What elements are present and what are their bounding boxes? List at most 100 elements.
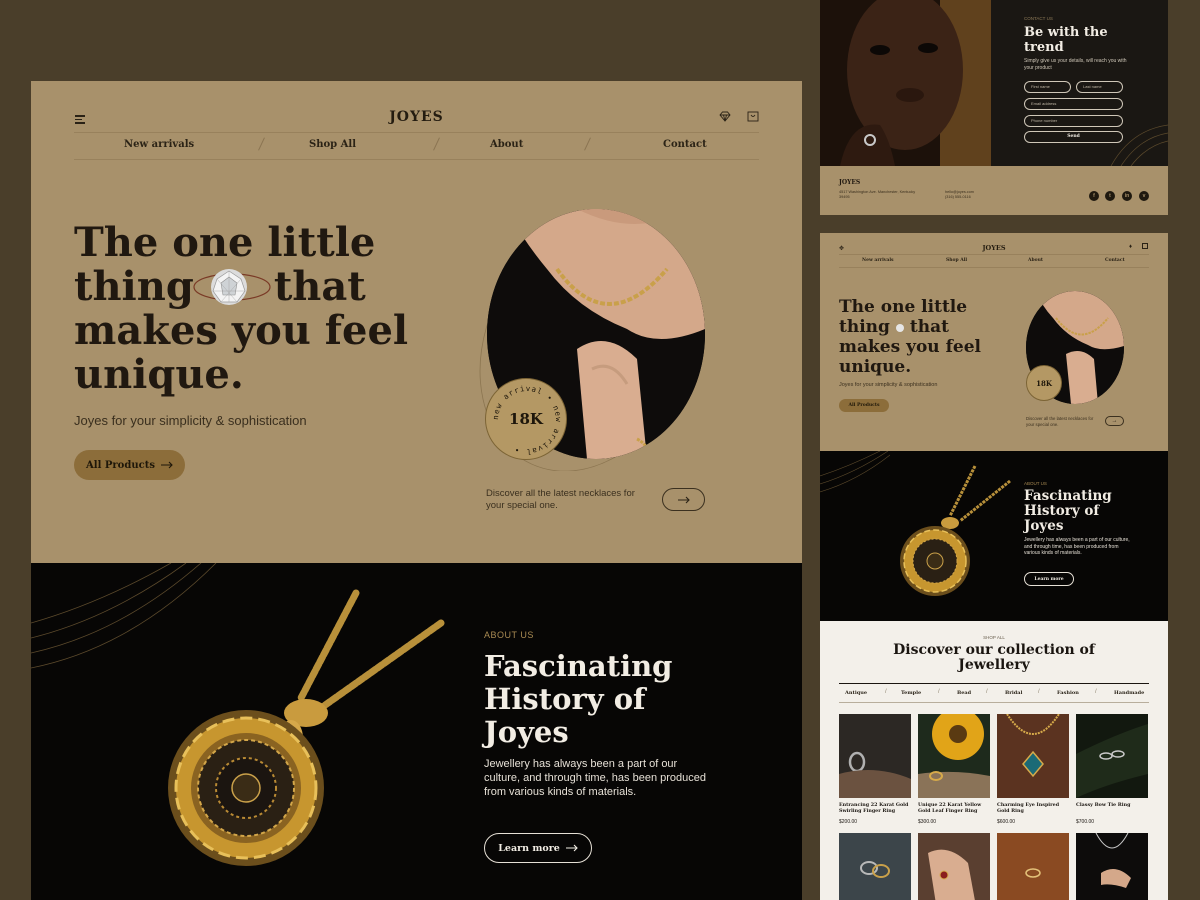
category-fashion[interactable]: Fashion bbox=[1057, 690, 1079, 696]
category-bead[interactable]: Bead bbox=[957, 690, 971, 696]
sunflower-pendant-image bbox=[168, 589, 445, 866]
product-image[interactable] bbox=[839, 714, 911, 798]
page-preview-panel: ✥ JOYES ♦ New arrivals Shop All About Co… bbox=[820, 233, 1168, 900]
preview-all-products-button[interactable]: All Products bbox=[839, 399, 889, 412]
about-section: ABOUT US Fascinating History of Joyes Je… bbox=[31, 563, 802, 900]
preview-hero: ✥ JOYES ♦ New arrivals Shop All About Co… bbox=[820, 233, 1168, 451]
preview-hero-title: The one little thing that makes you feel … bbox=[839, 297, 981, 377]
nav-new-arrivals[interactable]: New arrivals bbox=[124, 139, 194, 150]
product-price: $600.00 bbox=[997, 819, 1016, 825]
divider bbox=[839, 683, 1149, 684]
nav-contact[interactable]: Contact bbox=[663, 139, 707, 150]
product-name[interactable]: Entrancing 22 Karat Gold Swirling Finger… bbox=[839, 802, 913, 814]
category-antique[interactable]: Antique bbox=[845, 690, 867, 696]
product-image[interactable] bbox=[997, 833, 1069, 900]
learn-more-button[interactable]: Learn more bbox=[484, 833, 592, 863]
nav-separator bbox=[258, 137, 265, 151]
preview-hero-subtitle: Joyes for your simplicity & sophisticati… bbox=[839, 382, 938, 388]
preview-brand[interactable]: JOYES bbox=[820, 244, 1168, 252]
facebook-icon[interactable]: f bbox=[1089, 191, 1099, 201]
model-portrait-image bbox=[820, 0, 991, 166]
all-products-button[interactable]: All Products bbox=[74, 450, 185, 480]
svg-text:new arrival • new arrival •: new arrival • new arrival • bbox=[491, 384, 563, 456]
divider bbox=[839, 267, 1149, 268]
preview-nav-new-arrivals[interactable]: New arrivals bbox=[862, 258, 894, 263]
nav-shop-all[interactable]: Shop All bbox=[309, 139, 356, 150]
nav-separator bbox=[433, 137, 440, 151]
shop-section: SHOP ALL Discover our collection of Jewe… bbox=[820, 621, 1168, 900]
footer: JOYES 4517 Washington Ave. Manchester, K… bbox=[820, 166, 1168, 215]
footer-phone: (316) 555-0116 bbox=[945, 195, 971, 199]
vimeo-icon[interactable]: v bbox=[1139, 191, 1149, 201]
preview-about-text: Jewellery has always been a part of our … bbox=[1024, 537, 1130, 556]
hero-section: JOYES New arrivals Shop All About Contac… bbox=[31, 81, 802, 563]
footer-contact: hello@joyes.com (316) 555-0116 bbox=[945, 190, 974, 200]
cart-icon[interactable] bbox=[747, 110, 759, 122]
about-title: Fascinating History of Joyes bbox=[484, 649, 673, 749]
product-name[interactable]: Classy Bow Tie Ring bbox=[1076, 802, 1150, 808]
brand-logo[interactable]: JOYES bbox=[31, 109, 802, 125]
divider bbox=[839, 254, 1149, 255]
contact-form-section: CONTACT US Be with the trend Simply give… bbox=[991, 0, 1168, 166]
hero-subtitle: Joyes for your simplicity & sophisticati… bbox=[74, 413, 307, 428]
category-handmade[interactable]: Handmade bbox=[1114, 690, 1144, 696]
contact-kicker: CONTACT US bbox=[1024, 16, 1053, 21]
nav-separator bbox=[584, 137, 591, 151]
divider bbox=[839, 702, 1149, 703]
product-price: $700.00 bbox=[1076, 819, 1095, 825]
divider bbox=[74, 159, 759, 160]
arrow-right-icon bbox=[677, 496, 690, 503]
preview-about-kicker: ABOUT US bbox=[1024, 481, 1047, 486]
discover-arrow-button[interactable] bbox=[662, 488, 705, 511]
discover-text: Discover all the latest necklaces for yo… bbox=[486, 488, 635, 511]
diamond-gem-icon bbox=[193, 269, 271, 305]
contact-subtitle: Simply give us your details, will reach … bbox=[1024, 58, 1127, 71]
preview-discover-text: Discover all the latest necklaces for yo… bbox=[1026, 416, 1094, 427]
category-bridal[interactable]: Bridal bbox=[1005, 690, 1022, 696]
preview-arrow-button[interactable]: → bbox=[1105, 416, 1124, 426]
product-image[interactable] bbox=[918, 714, 990, 798]
product-image[interactable] bbox=[839, 833, 911, 900]
shop-kicker: SHOP ALL bbox=[983, 635, 1005, 640]
arrow-right-icon bbox=[160, 461, 173, 469]
preview-about-title: Fascinating History of Joyes bbox=[1024, 488, 1112, 534]
product-price: $300.00 bbox=[918, 819, 937, 825]
about-kicker: ABOUT US bbox=[484, 630, 534, 640]
preview-nav-about[interactable]: About bbox=[1028, 258, 1043, 263]
linkedin-icon[interactable]: in bbox=[1122, 191, 1132, 201]
shop-title: Discover our collection of Jewellery bbox=[893, 642, 1095, 673]
category-temple[interactable]: Temple bbox=[901, 690, 921, 696]
diamond-icon[interactable] bbox=[719, 111, 731, 122]
nav-about[interactable]: About bbox=[490, 139, 523, 150]
product-name[interactable]: Charming Eye Inspired Gold Ring bbox=[997, 802, 1071, 814]
product-image[interactable] bbox=[918, 833, 990, 900]
decorative-arcs bbox=[1110, 124, 1168, 166]
diamond-icon[interactable]: ♦ bbox=[1129, 244, 1132, 250]
product-image[interactable] bbox=[997, 714, 1069, 798]
preview-learn-more-button[interactable]: Learn more bbox=[1024, 572, 1074, 586]
product-image[interactable] bbox=[1076, 714, 1148, 798]
about-text: Jewellery has always been a part of our … bbox=[484, 758, 706, 798]
product-image[interactable] bbox=[1076, 833, 1148, 900]
preview-badge: 18K bbox=[1026, 365, 1062, 401]
email-field[interactable]: Email address bbox=[1024, 98, 1123, 110]
product-name[interactable]: Unique 22 Karat Yellow Gold Leaf Finger … bbox=[918, 802, 992, 814]
badge-ring-text: new arrival • new arrival • bbox=[491, 384, 563, 456]
contact-title: Be with the trend bbox=[1024, 25, 1108, 55]
arrow-right-icon bbox=[565, 844, 578, 852]
twitter-icon[interactable]: t bbox=[1105, 191, 1115, 201]
new-arrival-badge: new arrival • new arrival • 18K bbox=[485, 378, 567, 460]
preview-about-section: ABOUT US Fascinating History of Joyes Je… bbox=[820, 451, 1168, 621]
desktop-landing-page: JOYES New arrivals Shop All About Contac… bbox=[31, 81, 802, 900]
footer-address: 4517 Washington Ave. Manchester, Kentuck… bbox=[839, 190, 916, 199]
last-name-field[interactable]: Last name bbox=[1076, 81, 1123, 93]
footer-brand[interactable]: JOYES bbox=[839, 179, 860, 186]
hero-title: The one little thing that makes you feel … bbox=[74, 219, 409, 398]
cart-icon[interactable] bbox=[1142, 243, 1148, 249]
divider bbox=[74, 132, 759, 133]
preview-pendant-image bbox=[900, 465, 1011, 596]
first-name-field[interactable]: First name bbox=[1024, 81, 1071, 93]
preview-nav-contact[interactable]: Contact bbox=[1105, 258, 1125, 263]
contact-preview-panel: CONTACT US Be with the trend Simply give… bbox=[820, 0, 1168, 215]
preview-nav-shop-all[interactable]: Shop All bbox=[946, 258, 967, 263]
